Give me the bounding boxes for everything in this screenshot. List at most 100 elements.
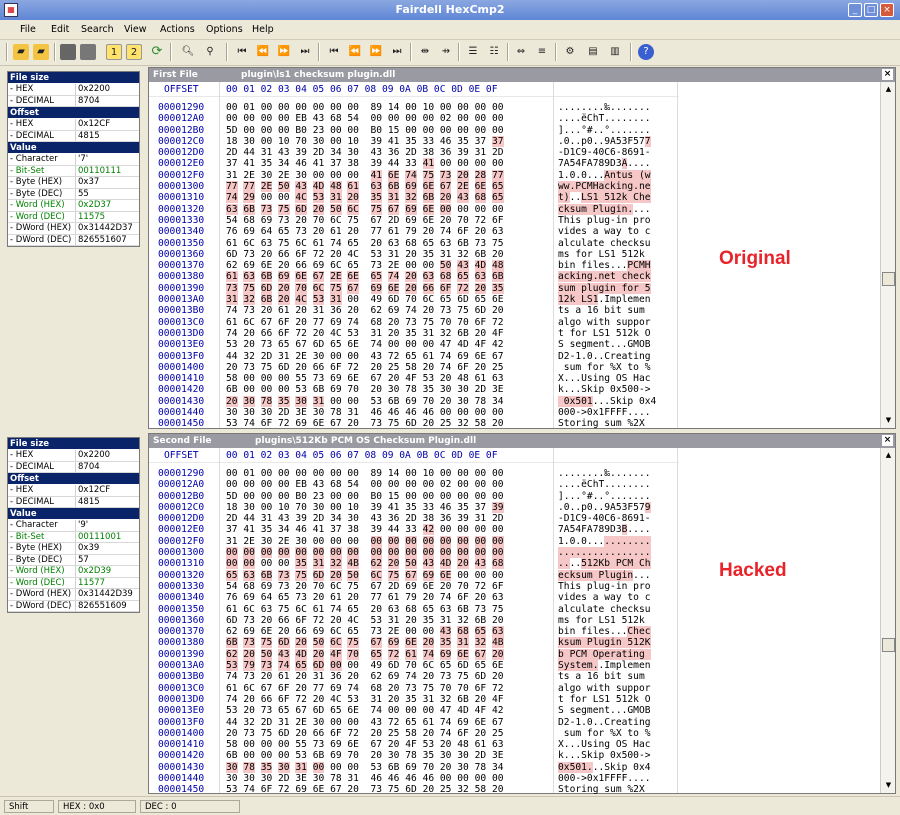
hex-byte[interactable]: 73 — [260, 203, 273, 215]
hex-byte[interactable]: 20 — [371, 604, 383, 615]
hex-byte[interactable]: 20 — [440, 581, 452, 592]
hex-byte[interactable]: 00 — [457, 547, 469, 559]
hex-byte[interactable]: 73 — [440, 671, 452, 682]
hex-row[interactable]: 00 00 00 00 EB 43 68 54 00 00 00 00 02 0… — [226, 113, 504, 124]
hex-byte[interactable]: 31 — [313, 305, 325, 316]
hex-byte[interactable]: 00 — [492, 407, 504, 418]
ascii-row[interactable]: 0x501...Skip 0x4 — [558, 761, 651, 773]
hex-byte[interactable]: 72 — [313, 249, 325, 260]
hex-byte[interactable]: 69 — [330, 317, 342, 328]
hex-byte[interactable]: 77 — [371, 592, 383, 603]
hex-byte[interactable]: 73 — [243, 671, 255, 682]
hex-byte[interactable]: 66 — [295, 260, 307, 271]
hex-byte[interactable]: 44 — [243, 147, 255, 158]
hex-byte[interactable]: 32 — [330, 558, 342, 570]
hex-byte[interactable]: 00 — [243, 739, 255, 750]
hex-byte[interactable]: 2E — [457, 181, 469, 193]
hex-row[interactable]: 54 68 69 73 20 70 6C 75 67 2D 69 6E 20 7… — [226, 215, 504, 226]
minimize-button[interactable]: _ — [848, 3, 862, 17]
hex-byte[interactable]: 00 — [475, 479, 487, 490]
hex-byte[interactable]: 65 — [347, 604, 359, 615]
hex-byte[interactable]: 20 — [422, 637, 435, 649]
hex-byte[interactable]: 53 — [371, 762, 383, 773]
hex-byte[interactable]: 4F — [405, 739, 417, 750]
hex-byte[interactable]: 32 — [243, 351, 255, 362]
hex-byte[interactable]: 31 — [347, 773, 359, 784]
hex-byte[interactable]: 43 — [278, 147, 290, 158]
hex-byte[interactable]: 00 — [243, 373, 255, 384]
hex-byte[interactable]: 20 — [278, 260, 290, 271]
hex-byte[interactable]: 00 — [295, 547, 307, 559]
ascii-row[interactable]: ........‰....... — [558, 102, 656, 113]
hex-byte[interactable]: 6F — [457, 226, 469, 237]
hex-byte[interactable]: 67 — [371, 739, 383, 750]
hex-byte[interactable]: 39 — [491, 501, 504, 513]
hex-byte[interactable]: 53 — [295, 384, 307, 395]
hex-byte[interactable]: 48 — [491, 260, 504, 272]
hex-byte[interactable]: 31 — [278, 351, 290, 362]
hex-byte[interactable]: 00 — [440, 491, 452, 502]
hex-byte[interactable]: 02 — [440, 113, 452, 124]
hex-byte[interactable]: 65 — [278, 592, 290, 603]
hex-byte[interactable]: 6F — [261, 418, 273, 429]
hex-byte[interactable]: 6F — [330, 362, 342, 373]
hex-byte[interactable]: 74 — [226, 671, 238, 682]
hex-row[interactable]: 74 20 66 6F 72 20 4C 53 31 20 35 31 32 6… — [226, 328, 504, 339]
hex-byte[interactable]: 6C — [243, 683, 255, 694]
hex-byte[interactable]: 6E — [347, 373, 359, 384]
hex-byte[interactable]: 70 — [405, 294, 417, 305]
menu-edit[interactable]: Edit — [51, 24, 69, 35]
ascii-row[interactable]: acking.net check — [558, 271, 656, 283]
hex-byte[interactable]: 00 — [330, 396, 342, 407]
hex-byte[interactable]: 20 — [243, 694, 255, 705]
hex-byte[interactable]: 6D — [313, 705, 325, 716]
hex-byte[interactable]: 2D — [261, 717, 273, 728]
hex-byte[interactable]: 69 — [261, 215, 273, 226]
hex-byte[interactable]: 00 — [423, 479, 435, 490]
info-row[interactable]: - Byte (HEX) 0x37 — [8, 177, 139, 189]
hex-byte[interactable]: 73 — [295, 226, 307, 237]
hex-byte[interactable]: 10 — [278, 502, 290, 513]
hex-row[interactable]: 18 30 00 10 70 30 00 10 39 41 35 33 46 3… — [226, 135, 504, 147]
hex-byte[interactable]: 6B — [387, 181, 400, 193]
hex-byte[interactable]: 67 — [261, 317, 273, 328]
hex-byte[interactable]: 2E — [388, 260, 400, 271]
hex-byte[interactable]: 44 — [226, 351, 238, 362]
hex-byte[interactable]: 69 — [243, 626, 255, 637]
hex-byte[interactable]: 74 — [440, 592, 452, 603]
hex-byte[interactable]: 00 — [423, 339, 435, 350]
hex-byte[interactable]: 4C — [347, 615, 359, 626]
hex-byte[interactable]: 35 — [405, 136, 417, 147]
hex-byte[interactable]: 20 — [313, 694, 325, 705]
hex-byte[interactable]: 10 — [423, 102, 435, 113]
hex-byte[interactable]: 67 — [295, 705, 307, 716]
hex-byte[interactable]: 72 — [387, 648, 400, 660]
hex-byte[interactable]: 74 — [226, 328, 238, 339]
hex-byte[interactable]: 20 — [330, 615, 342, 626]
hex-byte[interactable]: 6C — [370, 569, 383, 581]
hex-row[interactable]: 58 00 00 00 55 73 69 6E 67 20 4F 53 20 4… — [226, 373, 504, 384]
hex-byte[interactable]: 70 — [405, 660, 417, 671]
hex-byte[interactable]: 73 — [405, 683, 417, 694]
hex-byte[interactable]: 6F — [492, 215, 504, 226]
hex-byte[interactable]: 6C — [330, 215, 342, 226]
hex-byte[interactable]: 2D — [492, 513, 504, 524]
hex-byte[interactable]: 14 — [388, 468, 400, 479]
prev-diff-icon[interactable]: ⏪ — [255, 44, 271, 60]
hex-byte[interactable]: 00 — [405, 260, 417, 271]
hex-byte[interactable]: 63 — [370, 181, 383, 193]
hex-byte[interactable]: 00 — [226, 558, 238, 570]
hex-byte[interactable]: 20 — [405, 249, 417, 260]
hex-byte[interactable]: 31 — [226, 536, 238, 547]
hex-byte[interactable]: 00 — [440, 524, 452, 535]
hex-byte[interactable]: 31 — [388, 249, 400, 260]
hex-byte[interactable]: 75 — [388, 418, 400, 429]
hex-byte[interactable]: 53 — [371, 396, 383, 407]
hex-byte[interactable]: 6F — [295, 615, 307, 626]
hex-byte[interactable]: 30 — [226, 407, 238, 418]
info-row[interactable]: - DECIMAL 8704 — [8, 461, 139, 473]
hex-byte[interactable]: 54 — [226, 215, 238, 226]
hex-row[interactable]: 37 41 35 34 46 41 37 38 39 44 33 42 00 0… — [226, 524, 504, 536]
hex-byte[interactable]: 68 — [457, 626, 469, 638]
hex-byte[interactable]: 78 — [475, 762, 487, 773]
